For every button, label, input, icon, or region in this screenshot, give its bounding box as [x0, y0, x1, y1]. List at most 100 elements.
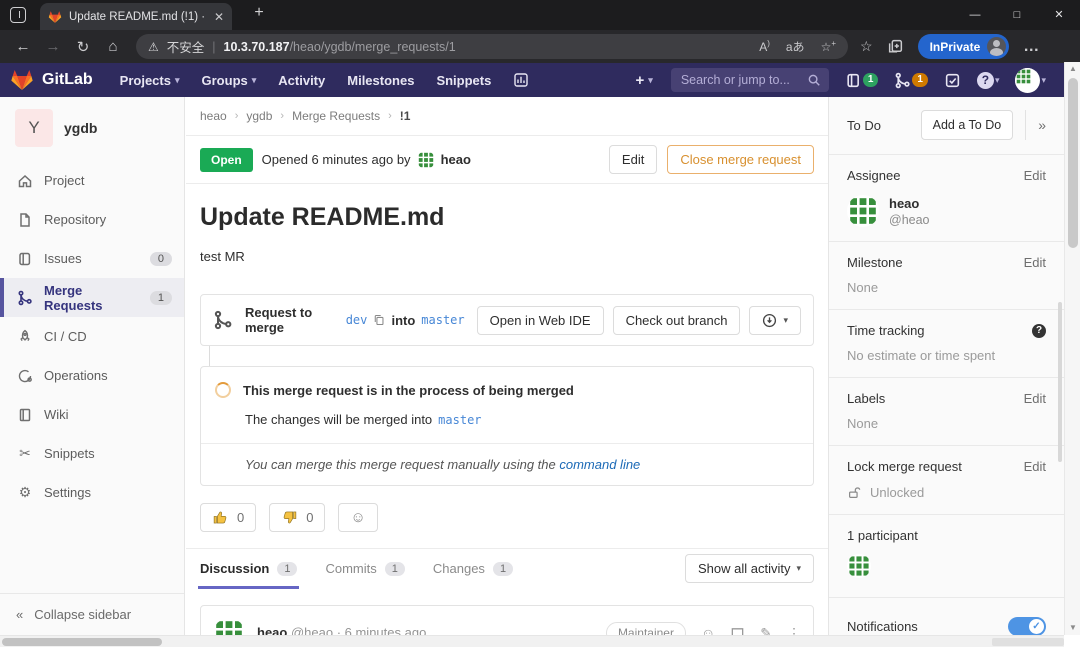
- sidebar-item-snippets[interactable]: ✂ Snippets: [0, 434, 184, 473]
- close-merge-request-button[interactable]: Close merge request: [667, 145, 814, 174]
- nav-milestones[interactable]: Milestones: [336, 73, 425, 88]
- tab-changes[interactable]: Changes1: [433, 549, 513, 589]
- todos-icon[interactable]: [936, 72, 969, 89]
- add-reaction-icon[interactable]: ☺: [701, 625, 715, 635]
- maximize-button[interactable]: □: [996, 0, 1038, 30]
- inprivate-badge[interactable]: InPrivate: [918, 34, 1010, 59]
- author-name[interactable]: heao: [441, 152, 471, 167]
- lock-edit-link[interactable]: Edit: [1024, 459, 1046, 474]
- edit-comment-icon[interactable]: ✎: [760, 625, 772, 636]
- vertical-scrollbar[interactable]: ▲ ▼: [1064, 62, 1080, 635]
- open-web-ide-button[interactable]: Open in Web IDE: [477, 306, 604, 335]
- sidebar-item-settings[interactable]: ⚙ Settings: [0, 473, 184, 512]
- add-reaction-button[interactable]: ☺: [338, 503, 377, 532]
- sidebar-item-operations[interactable]: Operations: [0, 356, 184, 395]
- issues-menu-icon[interactable]: 1: [837, 72, 887, 89]
- collapse-sidebar-button[interactable]: « Collapse sidebar: [0, 593, 184, 635]
- sidebar-item-merge-requests[interactable]: Merge Requests 1: [0, 278, 184, 317]
- time-tracking-value: No estimate or time spent: [847, 348, 1046, 363]
- profile-avatar[interactable]: [987, 37, 1006, 56]
- tab-commits[interactable]: Commits1: [325, 549, 404, 589]
- collapse-right-sidebar-icon[interactable]: »: [1025, 110, 1046, 140]
- labels-edit-link[interactable]: Edit: [1024, 391, 1046, 406]
- sidebar-item-issues[interactable]: Issues 0: [0, 239, 184, 278]
- sidebar-item-repository[interactable]: Repository: [0, 200, 184, 239]
- security-warning-label[interactable]: 不安全: [167, 37, 205, 56]
- merge-request-icon: [213, 310, 233, 330]
- browser-menu-icon[interactable]: …: [1023, 38, 1039, 56]
- author-avatar[interactable]: [417, 151, 435, 169]
- forward-icon[interactable]: →: [38, 38, 68, 55]
- favorites-icon[interactable]: ☆: [860, 38, 873, 55]
- issues-count: 0: [150, 252, 172, 266]
- help-menu[interactable]: ? ▾: [969, 72, 1008, 89]
- user-menu[interactable]: ▾: [1007, 68, 1054, 93]
- thumbs-up-button[interactable]: 0: [200, 503, 256, 532]
- search-input[interactable]: [671, 68, 829, 92]
- nav-snippets[interactable]: Snippets: [425, 73, 502, 88]
- reply-icon[interactable]: [730, 626, 745, 636]
- sidebar-scrollbar-thumb[interactable]: [1058, 302, 1062, 462]
- notifications-toggle[interactable]: ✓: [1008, 617, 1046, 636]
- nav-activity[interactable]: Activity: [267, 73, 336, 88]
- comment-avatar[interactable]: [213, 618, 245, 635]
- sidebar-item-project[interactable]: Project: [0, 161, 184, 200]
- breadcrumb-item[interactable]: heao: [200, 109, 227, 123]
- nav-groups[interactable]: Groups▾: [191, 73, 268, 88]
- assignee-name[interactable]: heao: [889, 196, 930, 211]
- refresh-icon[interactable]: ↻: [68, 38, 98, 56]
- add-favorite-icon[interactable]: ☆+: [821, 39, 836, 54]
- search-box: [671, 68, 829, 92]
- close-window-button[interactable]: ✕: [1038, 0, 1080, 30]
- project-header[interactable]: Y ygdb: [0, 97, 184, 161]
- translate-icon[interactable]: aあ: [786, 38, 805, 55]
- sidebar-item-cicd[interactable]: CI / CD: [0, 317, 184, 356]
- new-tab-button[interactable]: +: [248, 4, 270, 22]
- assignee-avatar[interactable]: [847, 195, 879, 227]
- horizontal-scrollbar[interactable]: [0, 635, 1064, 647]
- tab-actions-icon[interactable]: [10, 7, 26, 23]
- minimize-button[interactable]: —: [954, 0, 996, 30]
- address-bar[interactable]: ⚠ 不安全 | 10.3.70.187/heao/ygdb/merge_requ…: [136, 34, 848, 59]
- nav-projects[interactable]: Projects▾: [109, 73, 191, 88]
- url-text[interactable]: 10.3.70.187/heao/ygdb/merge_requests/1: [224, 40, 456, 54]
- charts-icon[interactable]: [502, 72, 540, 88]
- command-line-link[interactable]: command line: [559, 457, 640, 472]
- add-todo-button[interactable]: Add a To Do: [921, 110, 1014, 140]
- breadcrumb-item[interactable]: ygdb: [246, 109, 272, 123]
- assignee-edit-link[interactable]: Edit: [1024, 168, 1046, 183]
- scroll-down-arrow[interactable]: ▼: [1065, 621, 1080, 635]
- breadcrumb-item[interactable]: Merge Requests: [292, 109, 380, 123]
- new-menu-button[interactable]: +▾: [626, 72, 663, 89]
- participants-label: 1 participant: [847, 528, 918, 543]
- more-actions-icon[interactable]: ⋮: [787, 625, 801, 636]
- tab-discussion[interactable]: Discussion1: [200, 549, 297, 589]
- horizontal-scrollbar-thumb[interactable]: [2, 638, 162, 646]
- edit-button[interactable]: Edit: [609, 145, 657, 174]
- home-icon[interactable]: ⌂: [98, 38, 128, 55]
- participant-avatar[interactable]: [847, 554, 871, 578]
- back-icon[interactable]: ←: [8, 38, 38, 55]
- milestone-edit-link[interactable]: Edit: [1024, 255, 1046, 270]
- vertical-scrollbar-thumb[interactable]: [1068, 78, 1078, 248]
- tab-close-icon[interactable]: ✕: [214, 10, 224, 24]
- sidebar-item-wiki[interactable]: Wiki: [0, 395, 184, 434]
- scroll-up-arrow[interactable]: ▲: [1065, 62, 1080, 76]
- checkout-branch-button[interactable]: Check out branch: [613, 306, 741, 335]
- source-branch-link[interactable]: dev: [346, 313, 368, 327]
- comment-author[interactable]: heao: [257, 625, 287, 635]
- download-dropdown-button[interactable]: ▾: [749, 306, 801, 335]
- activity-filter-dropdown[interactable]: Show all activity ▾: [685, 554, 814, 583]
- help-icon[interactable]: ?: [1032, 324, 1046, 338]
- merge-requests-menu-icon[interactable]: 1: [886, 72, 936, 89]
- target-branch-link[interactable]: master: [421, 313, 464, 327]
- browser-tab[interactable]: Update README.md (!1) · Merge ✕: [40, 3, 232, 30]
- collections-icon[interactable]: [887, 38, 904, 55]
- copy-branch-icon[interactable]: [373, 313, 385, 327]
- comment-meta: heao @heao · 6 minutes ago: [257, 618, 426, 635]
- read-aloud-icon[interactable]: A): [759, 39, 770, 54]
- target-branch-link[interactable]: master: [438, 413, 481, 427]
- merge-status-widget: This merge request is in the process of …: [200, 366, 814, 486]
- gitlab-brand[interactable]: GitLab: [10, 68, 93, 92]
- thumbs-down-button[interactable]: 0: [269, 503, 325, 532]
